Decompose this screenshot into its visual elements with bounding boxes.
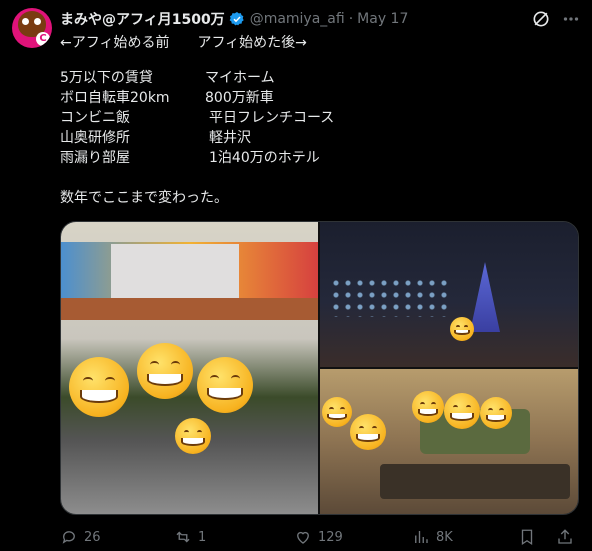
views-button[interactable]: 8K (412, 528, 453, 546)
bookmark-icon[interactable] (518, 528, 536, 546)
grinning-face-icon (350, 414, 386, 450)
like-count: 129 (318, 529, 343, 545)
views-count: 8K (436, 529, 453, 545)
grinning-face-icon (480, 397, 512, 429)
more-icon[interactable] (560, 9, 582, 29)
after-item: 軽井沢 (209, 130, 251, 146)
avatar-badge-letter: C (36, 32, 50, 46)
after-item: 1泊40万のホテル (209, 150, 320, 166)
like-button[interactable]: 129 (294, 528, 343, 546)
author-name[interactable]: まみや@アフィ月1500万 (60, 9, 225, 29)
castle-silhouette (470, 262, 500, 332)
lounge-table (380, 464, 570, 499)
before-item: コンビニ飯 (60, 110, 130, 126)
avatar[interactable]: C (12, 8, 52, 48)
photo-after-hotel-lounge[interactable] (320, 369, 578, 514)
reply-count: 26 (84, 529, 101, 545)
grinning-face-icon (137, 343, 193, 399)
grok-icon[interactable] (531, 9, 551, 29)
repost-count: 1 (198, 529, 207, 545)
grinning-face-icon (322, 397, 352, 427)
separator-dot: · (348, 11, 354, 27)
reply-icon (62, 531, 75, 544)
before-item: ボロ自転車20km (60, 90, 170, 106)
avatar-eye-left (22, 18, 29, 25)
post-header: まみや@アフィ月1500万 @mamiya_afi · May 17 (60, 9, 408, 29)
like-icon (297, 531, 309, 544)
reply-button[interactable]: 26 (60, 528, 101, 546)
blurred-region (111, 244, 239, 304)
illumination-lights (330, 277, 450, 317)
verified-badge-icon (229, 12, 244, 26)
grinning-face-icon (412, 391, 444, 423)
post-closing-text: 数年でここまで変わった。 (60, 190, 228, 206)
after-item: 平日フレンチコース (209, 110, 335, 126)
avatar-eye-right (34, 18, 41, 25)
post-date[interactable]: May 17 (357, 11, 408, 27)
share-icon[interactable] (556, 528, 574, 546)
before-item: 山奥研修所 (60, 130, 130, 146)
action-bar: 26 1 129 8K (60, 528, 580, 546)
grinning-face-icon (69, 357, 129, 417)
repost-icon (176, 531, 190, 543)
grinning-face-icon (444, 393, 480, 429)
grinning-face-icon (450, 317, 474, 341)
repost-button[interactable]: 1 (174, 528, 206, 546)
before-item: 雨漏り部屋 (60, 150, 130, 166)
author-handle[interactable]: @mamiya_afi (250, 11, 345, 27)
after-item: 800万新車 (205, 90, 274, 106)
views-icon (415, 531, 428, 543)
media-grid (60, 221, 579, 515)
gate-roof (61, 298, 318, 320)
grinning-face-icon (197, 357, 253, 413)
before-item: 5万以下の賃貸 (60, 70, 153, 86)
post-text-line1: ←アフィ始める前 アフィ始めた後→ (60, 35, 307, 51)
photo-after-night-castle[interactable] (320, 222, 578, 367)
after-item: マイホーム (205, 70, 275, 86)
photo-before-amusement-park[interactable] (61, 222, 318, 514)
grinning-face-icon (175, 418, 211, 454)
